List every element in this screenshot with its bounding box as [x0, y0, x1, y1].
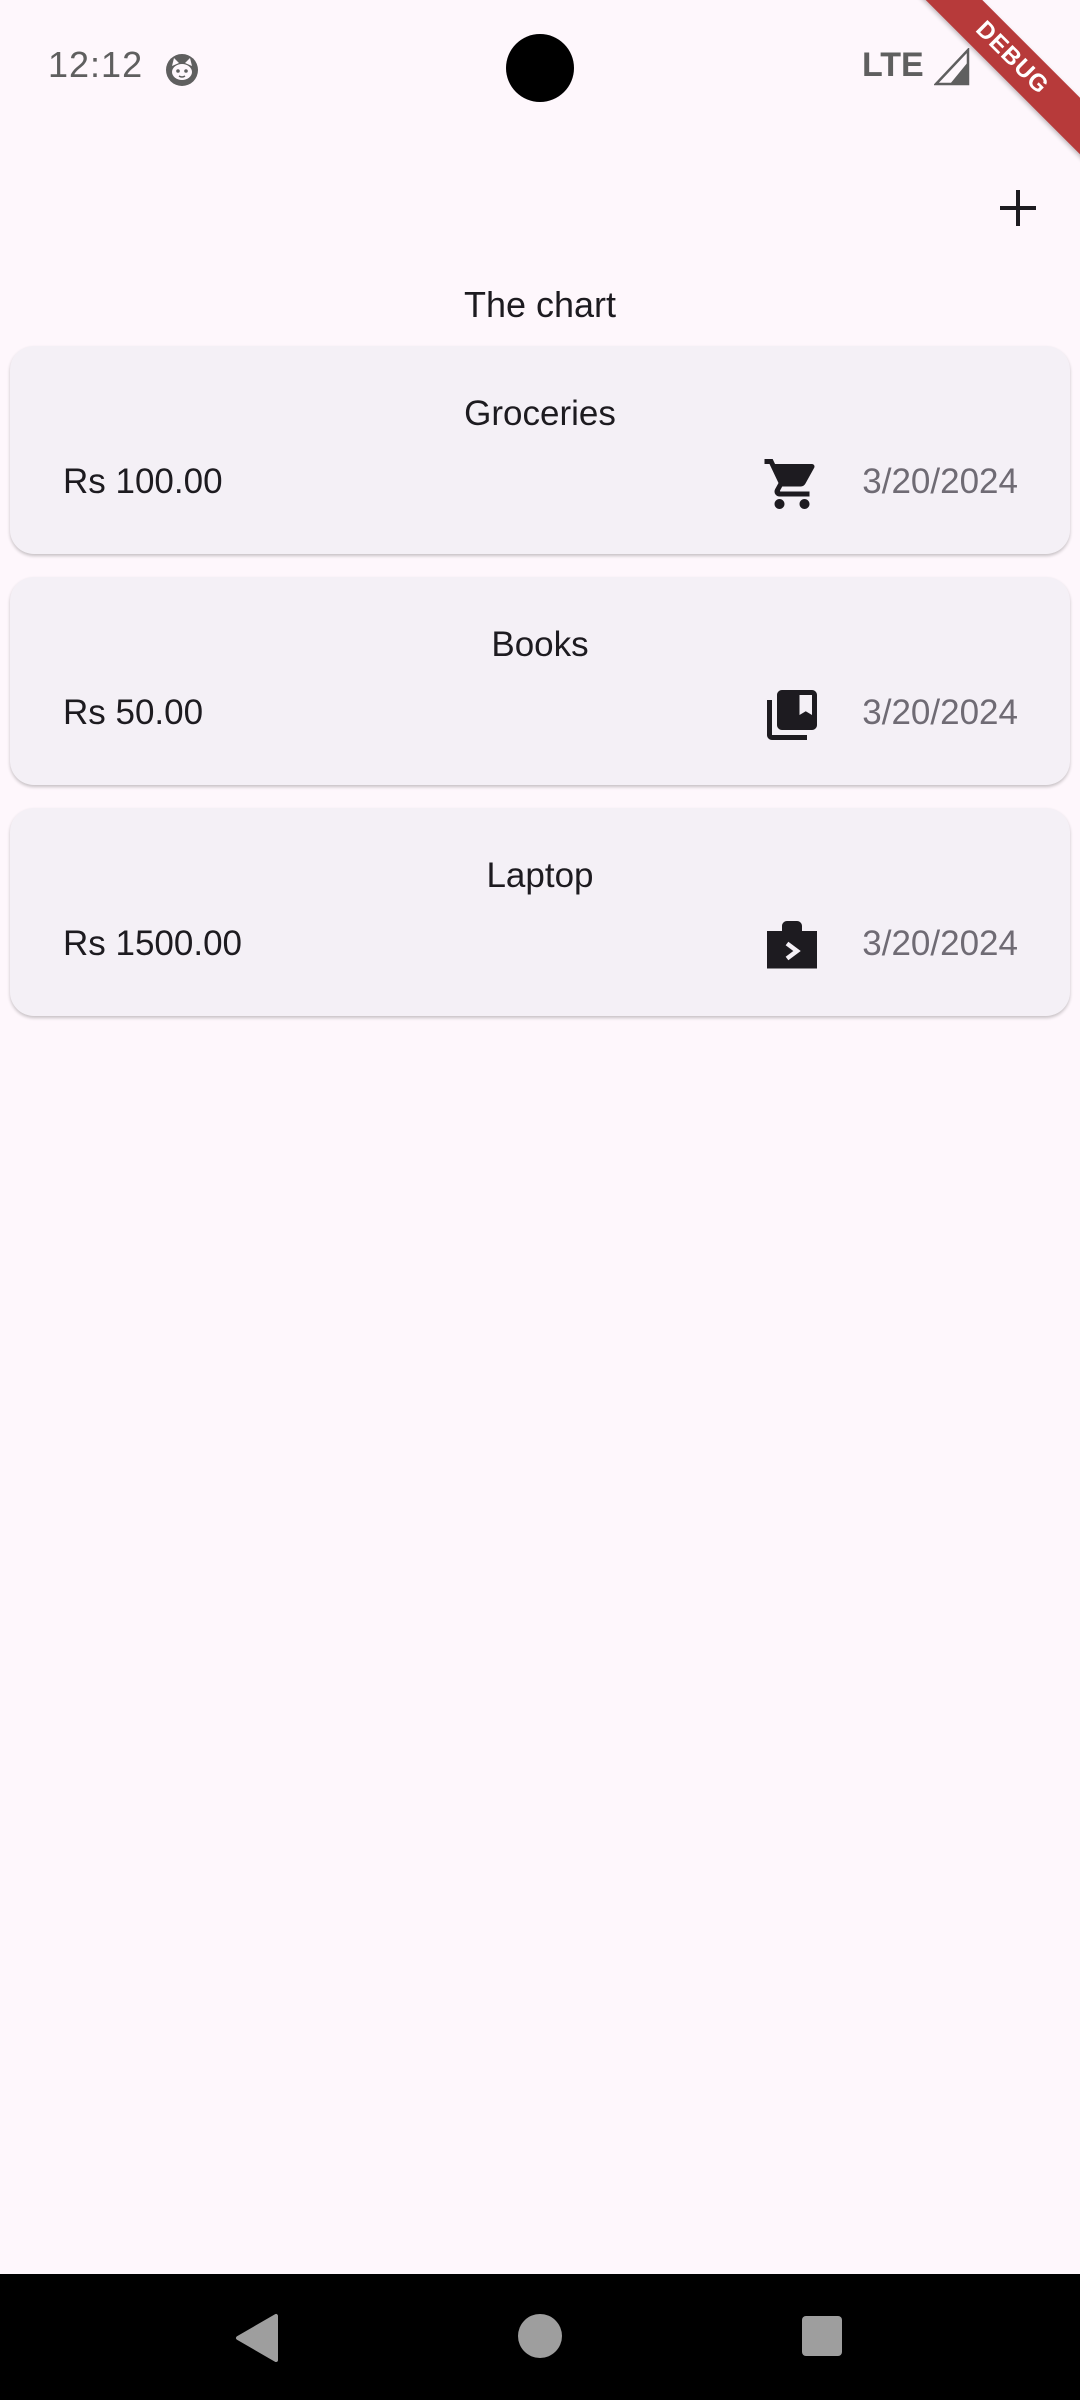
add-expense-button[interactable] — [982, 174, 1054, 246]
expense-amount: Rs 100.00 — [63, 462, 223, 501]
page-title: The chart — [463, 284, 617, 325]
status-time: 12:12 — [48, 44, 144, 85]
expense-title: Groceries — [464, 394, 616, 433]
shopping-cart-icon — [762, 454, 822, 514]
work-briefcase-icon — [762, 916, 822, 976]
plus-icon — [998, 188, 1038, 233]
expense-date: 3/20/2024 — [862, 924, 1018, 963]
home-circle-icon[interactable] — [518, 2314, 562, 2358]
recents-square-icon[interactable] — [802, 2316, 842, 2356]
back-triangle-icon[interactable] — [232, 2312, 282, 2364]
library-books-icon — [762, 685, 822, 745]
expense-title: Books — [491, 625, 589, 664]
expense-date: 3/20/2024 — [862, 693, 1018, 732]
debug-banner-label: DEBUG — [910, 0, 1080, 165]
camera-cutout — [506, 34, 574, 102]
system-nav-bar — [0, 2274, 1080, 2400]
expense-date: 3/20/2024 — [862, 462, 1018, 501]
expense-amount: Rs 1500.00 — [63, 924, 243, 963]
cat-face-icon — [164, 52, 200, 88]
expense-title: Laptop — [486, 856, 594, 895]
debug-banner: DEBUG — [910, 0, 1080, 170]
expense-list: Groceries Rs 100.00 3/20/2024 Books Rs 5… — [10, 346, 1070, 1039]
expense-card-laptop[interactable]: Laptop Rs 1500.00 3/20/2024 — [10, 808, 1070, 1016]
expense-card-groceries[interactable]: Groceries Rs 100.00 3/20/2024 — [10, 346, 1070, 554]
expense-amount: Rs 50.00 — [63, 693, 204, 732]
expense-card-books[interactable]: Books Rs 50.00 3/20/2024 — [10, 577, 1070, 785]
